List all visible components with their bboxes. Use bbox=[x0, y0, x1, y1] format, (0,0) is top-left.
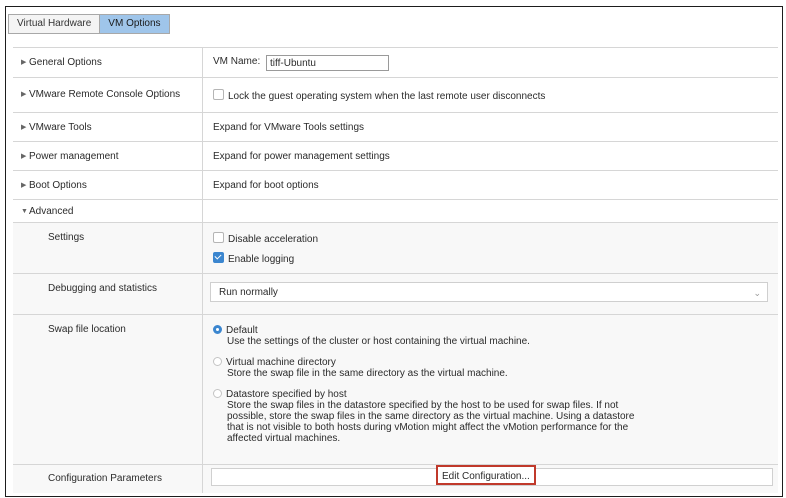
settings-label: Settings bbox=[48, 232, 85, 243]
enable-logging-label: Enable logging bbox=[228, 254, 295, 265]
config-params-row: Configuration Parameters Edit Configurat… bbox=[13, 465, 778, 493]
lock-guest-os-checkbox[interactable] bbox=[213, 89, 224, 100]
radio-datastore[interactable] bbox=[213, 389, 222, 398]
disable-acceleration-checkbox[interactable] bbox=[213, 232, 224, 243]
lock-guest-os-label: Lock the guest operating system when the… bbox=[228, 91, 546, 102]
expand-arrow-icon[interactable]: ▶ bbox=[21, 58, 29, 66]
power-management-label: Power management bbox=[29, 151, 119, 162]
vmware-tools-row: ▶ VMware Tools Expand for VMware Tools se… bbox=[13, 113, 778, 142]
vmware-tools-header[interactable]: ▶ VMware Tools bbox=[13, 113, 203, 141]
vmware-tools-value: Expand for VMware Tools settings bbox=[213, 122, 365, 133]
vm-options-grid: ▶General Options VM Name: ▶VMware Remote… bbox=[13, 47, 778, 493]
swap-option-title: Virtual machine directory bbox=[226, 357, 336, 368]
swap-option-desc-line: affected virtual machines. bbox=[227, 433, 341, 444]
debugging-label: Debugging and statistics bbox=[48, 283, 157, 294]
expand-arrow-icon[interactable]: ▶ bbox=[21, 90, 29, 98]
debugging-select[interactable]: Run normally ⌄ bbox=[210, 282, 768, 302]
general-options-label: General Options bbox=[29, 57, 102, 68]
tab-virtual-hardware[interactable]: Virtual Hardware bbox=[8, 14, 101, 34]
radio-vm-directory[interactable] bbox=[213, 357, 222, 366]
power-management-row: ▶ Power management Expand for power manag… bbox=[13, 142, 778, 171]
general-options-header[interactable]: ▶ General Options bbox=[13, 48, 203, 77]
expand-arrow-icon[interactable]: ▶ bbox=[21, 181, 29, 189]
swap-option-datastore[interactable]: Datastore specified by host Store the sw… bbox=[213, 389, 634, 444]
advanced-label: Advanced bbox=[29, 206, 74, 217]
vm-name-input[interactable] bbox=[266, 55, 390, 71]
enable-logging-checkbox[interactable] bbox=[213, 252, 224, 263]
tab-vm-options[interactable]: VM Options bbox=[100, 14, 170, 34]
vm-name-label: VM Name: bbox=[213, 56, 261, 67]
collapse-arrow-icon[interactable]: ▼ bbox=[21, 208, 29, 215]
power-management-value: Expand for power management settings bbox=[213, 151, 390, 162]
remote-console-label: VMware Remote Console Options bbox=[29, 89, 181, 100]
swap-option-title: Default bbox=[226, 325, 258, 336]
power-management-header[interactable]: ▶ Power management bbox=[13, 142, 203, 170]
swap-option-desc-line: that is not visible to both hosts during… bbox=[227, 422, 629, 433]
advanced-settings-row: Settings Disable acceleration Enable log… bbox=[13, 223, 778, 274]
edit-configuration-button[interactable]: Edit Configuration... bbox=[436, 465, 536, 485]
swap-option-desc-line: Store the swap files in the datastore sp… bbox=[227, 400, 619, 411]
boot-options-value: Expand for boot options bbox=[213, 180, 319, 191]
debugging-selected-value: Run normally bbox=[219, 287, 278, 298]
expand-arrow-icon[interactable]: ▶ bbox=[21, 123, 29, 131]
boot-options-label: Boot Options bbox=[29, 180, 87, 191]
config-params-label: Configuration Parameters bbox=[48, 473, 162, 484]
config-params-field: Edit Configuration... bbox=[211, 465, 773, 486]
radio-default[interactable] bbox=[213, 325, 222, 334]
boot-options-row: ▶ Boot Options Expand for boot options bbox=[13, 171, 778, 200]
general-options-row: ▶ General Options VM Name: bbox=[13, 48, 778, 78]
debugging-row: Debugging and statistics Run normally ⌄ bbox=[13, 274, 778, 315]
expand-arrow-icon[interactable]: ▶ bbox=[21, 152, 29, 160]
swap-option-title: Datastore specified by host bbox=[226, 389, 347, 400]
remote-console-row: ▶ VMware Remote Console Options Lock the … bbox=[13, 78, 778, 113]
swap-file-row: Swap file location Default Use the setti… bbox=[13, 315, 778, 465]
swap-file-label: Swap file location bbox=[48, 324, 126, 335]
boot-options-header[interactable]: ▶ Boot Options bbox=[13, 171, 203, 199]
swap-option-desc-line: possible, store the swap files in the sa… bbox=[227, 411, 635, 422]
tab-bar: Virtual Hardware VM Options bbox=[8, 14, 170, 34]
disable-acceleration-label: Disable acceleration bbox=[228, 234, 319, 245]
advanced-header[interactable]: ▼Advanced bbox=[13, 200, 203, 222]
chevron-down-icon: ⌄ bbox=[753, 288, 761, 298]
vmware-tools-label: VMware Tools bbox=[29, 122, 92, 133]
swap-option-desc: Store the swap file in the same director… bbox=[227, 368, 508, 379]
remote-console-header[interactable]: ▶ VMware Remote Console Options bbox=[13, 78, 203, 112]
advanced-row: ▼Advanced bbox=[13, 200, 778, 223]
swap-option-default[interactable]: Default Use the settings of the cluster … bbox=[213, 325, 530, 347]
swap-option-vm-directory[interactable]: Virtual machine directory Store the swap… bbox=[213, 357, 508, 379]
swap-option-desc: Use the settings of the cluster or host … bbox=[227, 336, 530, 347]
